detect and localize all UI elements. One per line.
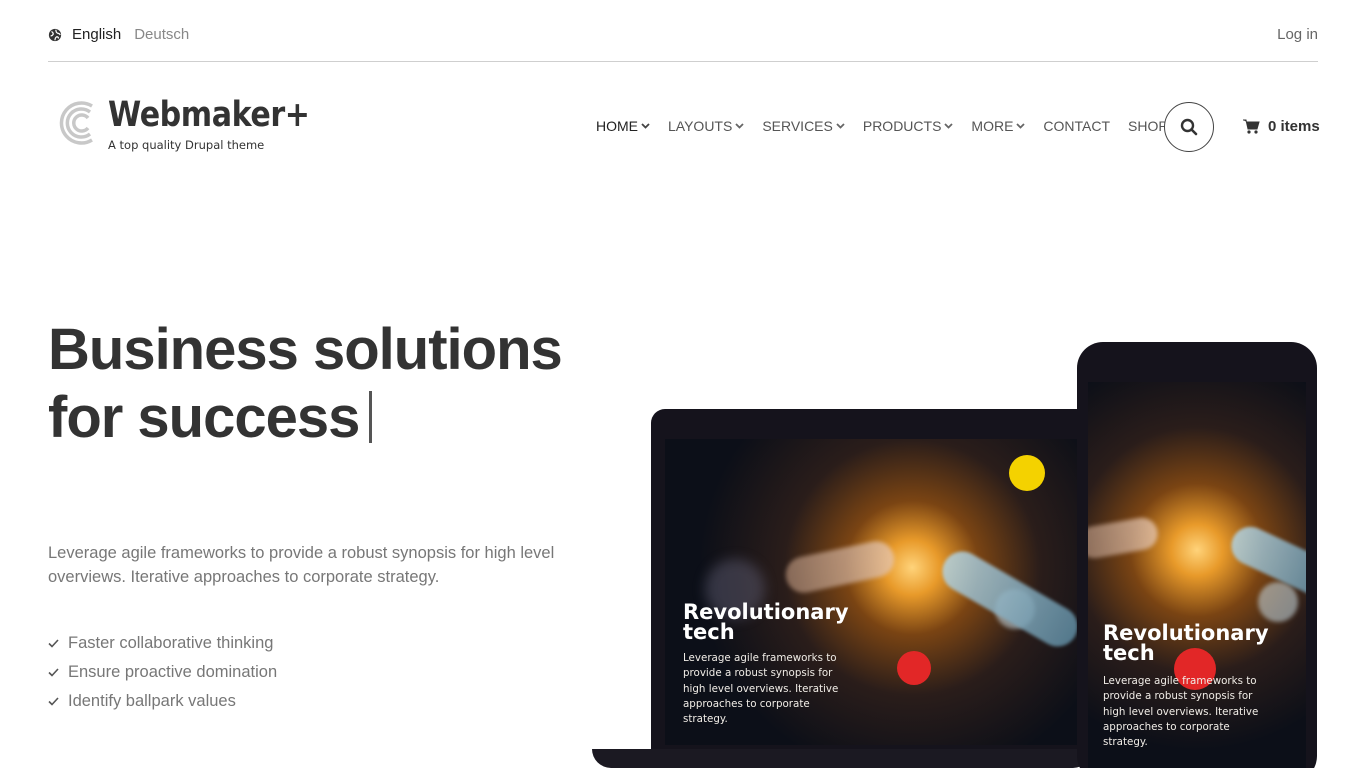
list-item-label: Ensure proactive domination (68, 663, 278, 681)
nav-item-label: CONTACT (1043, 118, 1111, 134)
screen-text: Leverage agile frameworks to provide a r… (1103, 674, 1258, 750)
screen-text-line: strategy. (1103, 736, 1148, 749)
bokeh-light (1009, 455, 1045, 491)
screen-text-line: approaches to corporate (1103, 720, 1230, 733)
chevron-down-icon (735, 123, 744, 129)
nav-item-shop[interactable]: SHOP (1128, 118, 1168, 134)
nav-item-label: PRODUCTS (862, 118, 942, 134)
chevron-down-icon (836, 123, 845, 129)
nav-item-home[interactable]: HOME (596, 118, 650, 134)
language-switcher: English Deutsch (48, 26, 202, 43)
screen-title: Revolutionary tech (683, 602, 849, 644)
list-item: Faster collaborative thinking (48, 629, 277, 658)
language-deutsch-link[interactable]: Deutsch (134, 26, 189, 43)
screen-title: Revolutionary tech (1103, 623, 1269, 665)
nav-item-contact[interactable]: CONTACT (1043, 118, 1110, 134)
laptop-base (592, 749, 1092, 768)
robot-hand (935, 544, 1077, 654)
hero-title-line-1: Business solutions (48, 317, 563, 382)
check-icon (48, 639, 59, 648)
nav-item-label: MORE (971, 118, 1014, 134)
feature-checklist: Faster collaborative thinking Ensure pro… (48, 629, 277, 716)
screen-text-line: high level overviews. Iterative (1103, 705, 1259, 718)
chevron-down-icon (944, 123, 954, 129)
screen-text-line: Leverage agile frameworks to (1103, 675, 1257, 687)
nav-item-services[interactable]: SERVICES (762, 118, 845, 134)
screen-text-line: Leverage agile frameworks to (683, 652, 837, 664)
login-link[interactable]: Log in (1277, 26, 1318, 43)
list-item-label: Faster collaborative thinking (68, 634, 274, 652)
human-hand (1088, 515, 1161, 561)
phone-mockup: Revolutionary tech Leverage agile framew… (1077, 342, 1317, 768)
screen-text: Leverage agile frameworks to provide a r… (683, 651, 838, 727)
main-navigation: HOME LAYOUTS SERVICES PRODUCTS MORE CONT… (596, 118, 1186, 134)
hero-title-line-2: for success (48, 385, 360, 450)
site-slogan: A top quality Drupal theme (108, 138, 265, 152)
bokeh-light (1258, 582, 1298, 622)
laptop-screen: Revolutionary tech Leverage agile framew… (665, 439, 1077, 745)
nav-item-label: HOME (596, 118, 638, 134)
screen-text-line: strategy. (683, 713, 728, 726)
hero-title: Business solutions for success (48, 316, 608, 452)
screen-text-line: provide a robust synopsis for (1103, 690, 1253, 703)
nav-item-layouts[interactable]: LAYOUTS (668, 118, 744, 134)
nav-item-more[interactable]: MORE (971, 118, 1026, 134)
screen-text-line: provide a robust synopsis for (683, 667, 833, 680)
nav-item-label: LAYOUTS (668, 118, 733, 134)
shopping-cart-icon (1243, 119, 1260, 134)
nav-item-label: SHOP (1128, 118, 1168, 134)
check-icon (48, 697, 59, 706)
top-bar: English Deutsch Log in (48, 0, 1318, 62)
globe-icon (48, 28, 62, 41)
screen-text-line: approaches to corporate (683, 697, 810, 710)
list-item: Ensure proactive domination (48, 658, 277, 687)
site-name[interactable]: Webmaker+ (108, 95, 310, 135)
screen-title-line-2: tech (1103, 640, 1155, 665)
hero-description: Leverage agile frameworks to provide a r… (48, 544, 555, 586)
list-item: Identify ballpark values (48, 687, 277, 716)
nav-item-products[interactable]: PRODUCTS (863, 118, 954, 134)
search-icon (1180, 118, 1198, 136)
language-english-link[interactable]: English (72, 26, 121, 43)
laptop-mockup: Revolutionary tech Leverage agile framew… (651, 409, 1091, 759)
logo-icon[interactable] (52, 98, 98, 148)
typing-cursor (369, 391, 373, 443)
search-button[interactable] (1164, 102, 1214, 152)
ai-hands-image: Revolutionary tech Leverage agile framew… (665, 439, 1077, 745)
screen-text-line: high level overviews. Iterative (683, 682, 839, 695)
cart-link[interactable]: 0 items (1243, 118, 1320, 135)
list-item-label: Identify ballpark values (68, 692, 236, 710)
phone-screen: Revolutionary tech Leverage agile framew… (1088, 382, 1306, 768)
nav-item-label: SERVICES (762, 118, 833, 134)
chevron-down-icon (1016, 123, 1026, 129)
chevron-down-icon (641, 123, 650, 129)
ai-hands-image: Revolutionary tech Leverage agile framew… (1088, 382, 1306, 768)
bokeh-light (897, 651, 931, 685)
cart-count: 0 items (1268, 118, 1320, 135)
human-hand (782, 537, 898, 597)
check-icon (48, 668, 59, 677)
screen-title-line-2: tech (683, 619, 735, 644)
